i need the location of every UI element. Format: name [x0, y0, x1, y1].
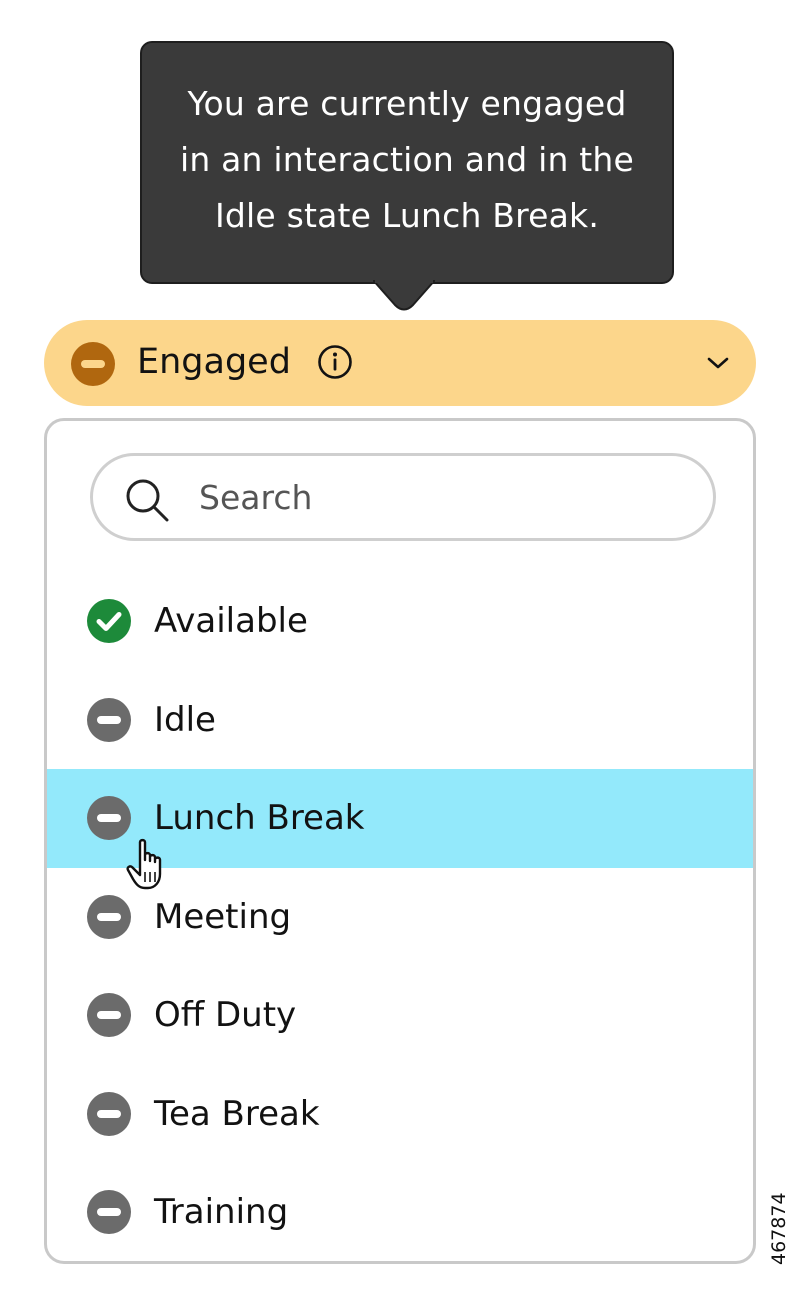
- option-training[interactable]: Training: [47, 1163, 753, 1261]
- option-available[interactable]: Available: [47, 572, 753, 671]
- search-box[interactable]: [90, 453, 716, 541]
- minus-circle-icon: [87, 697, 131, 742]
- state-tooltip: You are currently engaged in an interact…: [140, 41, 674, 284]
- tooltip-arrow: [373, 280, 435, 311]
- minus-circle-icon: [87, 894, 131, 939]
- status-options-list: Available Idle Lunch Break Meeting Off D…: [47, 572, 753, 1261]
- option-label: Training: [154, 1192, 289, 1232]
- chevron-down-icon[interactable]: [706, 354, 730, 372]
- option-tea-break[interactable]: Tea Break: [47, 1065, 753, 1164]
- minus-circle-icon: [87, 993, 131, 1037]
- status-label: Engaged: [137, 342, 291, 382]
- option-label: Meeting: [154, 896, 292, 937]
- option-label: Available: [154, 601, 308, 641]
- option-idle[interactable]: Idle: [47, 671, 753, 770]
- check-circle-icon: [87, 599, 131, 643]
- figure-id: 467874: [768, 1192, 790, 1265]
- option-label: Tea Break: [154, 1093, 320, 1134]
- engaged-status-icon: [71, 342, 115, 386]
- minus-circle-icon: [87, 1091, 131, 1136]
- search-icon: [126, 479, 169, 522]
- option-label: Off Duty: [154, 995, 297, 1035]
- option-label: Lunch Break: [154, 798, 365, 838]
- hand-cursor-icon: [126, 838, 162, 890]
- option-label: Idle: [154, 699, 216, 740]
- tooltip-text: You are currently engaged in an interact…: [179, 83, 635, 235]
- search-input[interactable]: [199, 470, 679, 524]
- option-off-duty[interactable]: Off Duty: [47, 966, 753, 1065]
- minus-circle-icon: [87, 796, 131, 840]
- info-icon[interactable]: [317, 344, 353, 380]
- minus-circle-icon: [87, 1190, 131, 1234]
